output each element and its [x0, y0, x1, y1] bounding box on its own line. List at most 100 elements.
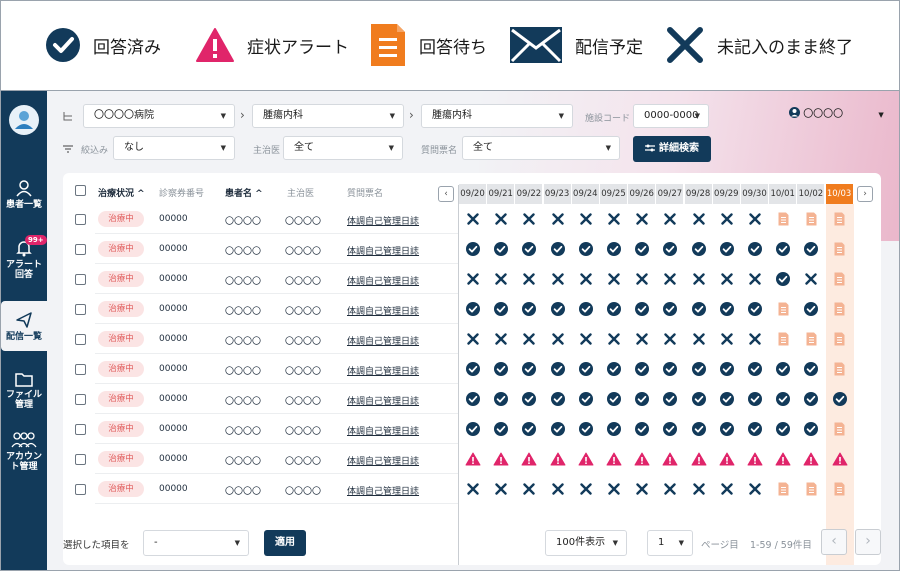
row-checkbox[interactable] [75, 394, 86, 405]
row-checkbox[interactable] [75, 304, 86, 315]
x-mark-icon[interactable] [515, 264, 543, 294]
x-mark-icon[interactable] [741, 474, 769, 504]
check-circle-icon[interactable] [572, 354, 600, 384]
form-name-link[interactable]: 体調自己管理日誌 [347, 424, 419, 437]
x-mark-icon[interactable] [713, 324, 741, 354]
check-circle-icon[interactable] [656, 234, 684, 264]
check-circle-icon[interactable] [713, 384, 741, 414]
document-icon[interactable] [797, 204, 825, 234]
x-mark-icon[interactable] [628, 324, 656, 354]
document-icon[interactable] [826, 294, 854, 324]
document-icon[interactable] [826, 264, 854, 294]
check-circle-icon[interactable] [628, 234, 656, 264]
check-circle-icon[interactable] [459, 354, 487, 384]
x-mark-icon[interactable] [685, 324, 713, 354]
document-icon[interactable] [769, 324, 797, 354]
detail-search-button[interactable]: 詳細検索 [633, 136, 711, 162]
x-mark-icon[interactable] [628, 204, 656, 234]
check-circle-icon[interactable] [515, 354, 543, 384]
document-icon[interactable] [826, 234, 854, 264]
form-name-link[interactable]: 体調自己管理日誌 [347, 304, 419, 317]
form-name-select[interactable]: 全て [462, 136, 620, 160]
check-circle-icon[interactable] [544, 384, 572, 414]
x-mark-icon[interactable] [487, 264, 515, 294]
x-mark-icon[interactable] [459, 264, 487, 294]
x-mark-icon[interactable] [713, 204, 741, 234]
check-circle-icon[interactable] [797, 384, 825, 414]
check-circle-icon[interactable] [487, 414, 515, 444]
x-mark-icon[interactable] [544, 264, 572, 294]
department-select-1[interactable]: 腫瘍内科 [252, 104, 404, 128]
alert-triangle-icon[interactable] [572, 444, 600, 474]
check-circle-icon[interactable] [656, 384, 684, 414]
check-circle-icon[interactable] [515, 384, 543, 414]
check-circle-icon[interactable] [628, 384, 656, 414]
check-circle-icon[interactable] [572, 414, 600, 444]
x-mark-icon[interactable] [487, 474, 515, 504]
document-icon[interactable] [826, 414, 854, 444]
check-circle-icon[interactable] [515, 234, 543, 264]
check-circle-icon[interactable] [600, 234, 628, 264]
document-icon[interactable] [769, 474, 797, 504]
x-mark-icon[interactable] [656, 474, 684, 504]
column-header-patient[interactable]: 患者名 ^ [225, 186, 263, 199]
x-mark-icon[interactable] [741, 204, 769, 234]
sidebar-item-accounts[interactable]: アカウン ト管理 [1, 431, 47, 475]
alert-triangle-icon[interactable] [628, 444, 656, 474]
alert-triangle-icon[interactable] [826, 444, 854, 474]
prev-page-button[interactable]: ‹ [821, 529, 847, 555]
check-circle-icon[interactable] [685, 354, 713, 384]
hospital-select[interactable]: 〇〇〇〇病院 [83, 104, 235, 128]
alert-triangle-icon[interactable] [487, 444, 515, 474]
check-circle-icon[interactable] [769, 354, 797, 384]
x-mark-icon[interactable] [544, 204, 572, 234]
check-circle-icon[interactable] [600, 354, 628, 384]
check-circle-icon[interactable] [685, 234, 713, 264]
check-circle-icon[interactable] [741, 234, 769, 264]
next-dates-button[interactable]: › [857, 186, 873, 202]
row-checkbox[interactable] [75, 214, 86, 225]
check-circle-icon[interactable] [628, 354, 656, 384]
form-name-link[interactable]: 体調自己管理日誌 [347, 364, 419, 377]
document-icon[interactable] [769, 204, 797, 234]
check-circle-icon[interactable] [741, 414, 769, 444]
form-name-link[interactable]: 体調自己管理日誌 [347, 244, 419, 257]
document-icon[interactable] [826, 474, 854, 504]
sidebar-item-deliveries[interactable]: 配信一覧 [1, 301, 47, 351]
check-circle-icon[interactable] [656, 354, 684, 384]
x-mark-icon[interactable] [628, 474, 656, 504]
check-circle-icon[interactable] [741, 294, 769, 324]
check-circle-icon[interactable] [487, 384, 515, 414]
x-mark-icon[interactable] [459, 204, 487, 234]
check-circle-icon[interactable] [713, 294, 741, 324]
document-icon[interactable] [797, 324, 825, 354]
alert-triangle-icon[interactable] [515, 444, 543, 474]
x-mark-icon[interactable] [459, 324, 487, 354]
x-mark-icon[interactable] [600, 204, 628, 234]
check-circle-icon[interactable] [544, 234, 572, 264]
check-circle-icon[interactable] [656, 414, 684, 444]
check-circle-icon[interactable] [741, 354, 769, 384]
x-mark-icon[interactable] [572, 474, 600, 504]
form-name-link[interactable]: 体調自己管理日誌 [347, 334, 419, 347]
x-mark-icon[interactable] [572, 324, 600, 354]
x-mark-icon[interactable] [515, 324, 543, 354]
form-name-link[interactable]: 体調自己管理日誌 [347, 484, 419, 497]
x-mark-icon[interactable] [544, 474, 572, 504]
check-circle-icon[interactable] [459, 294, 487, 324]
user-menu[interactable]: 〇〇〇〇 ▼ [789, 105, 884, 120]
alert-triangle-icon[interactable] [797, 444, 825, 474]
doctor-select[interactable]: 全て [283, 136, 403, 160]
check-circle-icon[interactable] [713, 414, 741, 444]
document-icon[interactable] [826, 354, 854, 384]
check-circle-icon[interactable] [572, 294, 600, 324]
form-name-link[interactable]: 体調自己管理日誌 [347, 394, 419, 407]
alert-triangle-icon[interactable] [656, 444, 684, 474]
check-circle-icon[interactable] [515, 294, 543, 324]
row-checkbox[interactable] [75, 274, 86, 285]
alert-triangle-icon[interactable] [600, 444, 628, 474]
check-circle-icon[interactable] [797, 354, 825, 384]
check-circle-icon[interactable] [487, 354, 515, 384]
x-mark-icon[interactable] [600, 324, 628, 354]
check-circle-icon[interactable] [572, 234, 600, 264]
